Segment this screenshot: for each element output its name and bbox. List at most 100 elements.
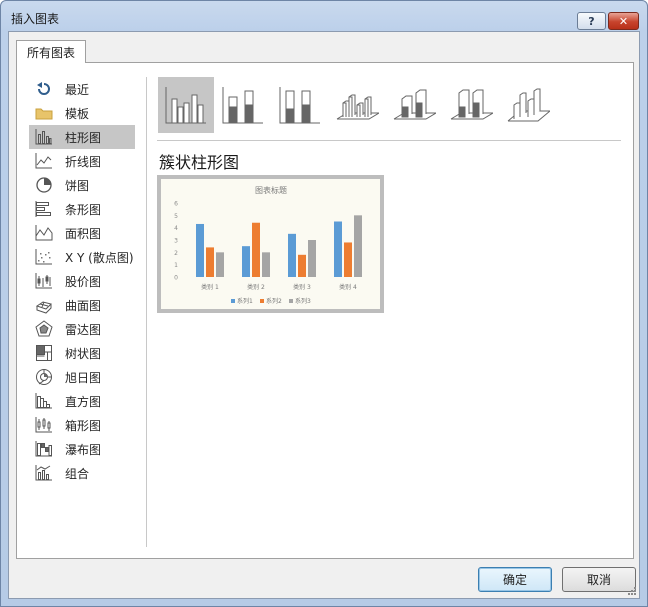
bar-系列3-3 [354, 215, 362, 277]
3d-column-option[interactable] [500, 77, 556, 133]
chart-title: 图表标题 [255, 185, 287, 195]
clustered-column-option[interactable] [158, 77, 214, 133]
column-chart-icon [35, 128, 53, 146]
100-stacked-column-icon [279, 87, 320, 124]
y-tick-label: 0 [174, 275, 178, 282]
sidebar-item-label: X Y (散点图) [65, 250, 134, 265]
sidebar-item-label: 饼图 [65, 178, 90, 193]
title-bar[interactable]: 插入图表 ? ✕ [1, 1, 647, 33]
resize-grip-icon[interactable] [626, 585, 636, 595]
bar-系列3-1 [262, 252, 270, 277]
sidebar-item-radar-chart[interactable]: 雷达图 [29, 317, 135, 341]
3d-100-stacked-column-option[interactable] [443, 77, 499, 133]
sidebar-item-scatter-chart[interactable]: X Y (散点图) [29, 245, 135, 269]
y-tick-label: 2 [174, 250, 178, 257]
sidebar-item-combo-chart[interactable]: 组合 [29, 461, 135, 485]
help-icon: ? [588, 14, 595, 28]
insert-chart-dialog: 插入图表 ? ✕ 所有图表 最近模板柱形图折线图饼图条形图面积图 X Y (散点图… [0, 0, 648, 607]
preview-chart: 图表标题 0 1 2 3 4 5 6 类别 1 类别 2 类别 3 类别 4 系列1 系列2 系列3 [174, 185, 362, 305]
stock-chart-icon [35, 272, 53, 290]
bar-系列1-1 [242, 246, 250, 277]
sidebar-item-pie-chart[interactable]: 饼图 [29, 173, 135, 197]
sidebar-item-label: 条形图 [65, 202, 102, 217]
sidebar-item-label: 旭日图 [65, 370, 102, 385]
sidebar-item-stock-chart[interactable]: 股价图 [29, 269, 135, 293]
3d-clustered-column-icon [336, 94, 379, 120]
sidebar-item-label: 最近 [65, 82, 90, 97]
ok-button[interactable]: 确定 [478, 567, 552, 592]
histogram-chart-icon [35, 392, 53, 410]
bar-系列2-0 [206, 247, 214, 277]
sidebar-item-sunburst-chart[interactable]: 旭日图 [29, 365, 135, 389]
radar-chart-icon [35, 320, 53, 338]
bar-系列3-2 [308, 240, 316, 277]
legend-swatch-0 [231, 299, 235, 303]
sidebar-item-label: 模板 [65, 106, 90, 121]
cancel-button[interactable]: 取消 [562, 567, 636, 592]
folder-icon [35, 104, 53, 122]
area-chart-icon [35, 224, 53, 242]
sidebar-item-label: 树状图 [65, 346, 102, 361]
sidebar-item-label: 面积图 [65, 226, 102, 241]
vertical-divider [146, 77, 147, 547]
chart-subtype-name: 簇状柱形图 [159, 153, 240, 172]
3d-stacked-column-option[interactable] [386, 77, 442, 133]
3d-100-stacked-column-icon [450, 89, 493, 120]
sidebar-item-area-chart[interactable]: 面积图 [29, 221, 135, 245]
x-tick-label: 类别 1 [201, 283, 219, 291]
100-stacked-column-option[interactable] [272, 77, 328, 133]
chart-type-list: 最近模板柱形图折线图饼图条形图面积图 X Y (散点图) 股价图曲面图雷达图树状图旭… [29, 77, 135, 485]
bar-系列2-1 [252, 222, 260, 277]
sidebar-item-label: 直方图 [65, 394, 102, 409]
bar-系列1-3 [334, 221, 342, 277]
sidebar-item-label: 柱形图 [65, 130, 102, 145]
chart-preview[interactable]: 图表标题 0 1 2 3 4 5 6 类别 1 类别 2 类别 3 类别 4 系列1 系列2 系列3 [157, 175, 384, 313]
bar-系列2-3 [344, 242, 352, 277]
y-tick-label: 5 [174, 213, 178, 220]
scatter-chart-icon [35, 248, 53, 266]
sidebar-item-treemap-chart[interactable]: 树状图 [29, 341, 135, 365]
horizontal-divider [157, 140, 621, 141]
bar-系列1-0 [196, 223, 204, 277]
sidebar-item-histogram-chart[interactable]: 直方图 [29, 389, 135, 413]
surface-chart-icon [35, 296, 53, 314]
chart-subtype-row [157, 77, 617, 135]
3d-clustered-column-option[interactable] [329, 77, 385, 133]
x-tick-label: 类别 4 [339, 283, 357, 291]
legend-swatch-1 [260, 299, 264, 303]
sidebar-item-label: 瀑布图 [65, 442, 102, 457]
sidebar-item-label: 曲面图 [65, 298, 102, 313]
sidebar-item-label: 股价图 [65, 274, 102, 289]
sunburst-chart-icon [35, 368, 53, 386]
line-chart-icon [35, 152, 53, 170]
x-tick-label: 类别 3 [293, 283, 311, 291]
pie-chart-icon [35, 176, 53, 194]
tab-all-charts[interactable]: 所有图表 [16, 40, 86, 63]
sidebar-item-label: 折线图 [65, 154, 102, 169]
close-icon: ✕ [618, 14, 629, 28]
sidebar-item-line-chart[interactable]: 折线图 [29, 149, 135, 173]
help-button[interactable]: ? [577, 12, 606, 30]
sidebar-item-bar-chart[interactable]: 条形图 [29, 197, 135, 221]
sidebar-item-surface-chart[interactable]: 曲面图 [29, 293, 135, 317]
close-button[interactable]: ✕ [608, 12, 639, 30]
box-whisker-chart-icon [35, 416, 53, 434]
legend-label: 系列1 [237, 297, 253, 305]
stacked-column-icon [222, 87, 263, 124]
tab-panel: 最近模板柱形图折线图饼图条形图面积图 X Y (散点图) 股价图曲面图雷达图树状图旭… [16, 62, 634, 559]
x-tick-label: 类别 2 [247, 283, 265, 291]
sidebar-item-column-chart[interactable]: 柱形图 [29, 125, 135, 149]
sidebar-item-folder[interactable]: 模板 [29, 101, 135, 125]
legend-label: 系列2 [266, 297, 282, 305]
waterfall-chart-icon [35, 440, 53, 458]
bar-系列2-2 [298, 254, 306, 277]
sidebar-item-label: 组合 [65, 466, 90, 481]
sidebar-item-box-whisker-chart[interactable]: 箱形图 [29, 413, 135, 437]
sidebar-item-recent[interactable]: 最近 [29, 77, 135, 101]
stacked-column-option[interactable] [215, 77, 271, 133]
dialog-body: 所有图表 最近模板柱形图折线图饼图条形图面积图 X Y (散点图) 股价图曲面图雷达… [8, 31, 640, 599]
combo-chart-icon [35, 464, 53, 482]
legend-label: 系列3 [295, 297, 311, 305]
sidebar-item-waterfall-chart[interactable]: 瀑布图 [29, 437, 135, 461]
clustered-column-icon [165, 87, 206, 124]
